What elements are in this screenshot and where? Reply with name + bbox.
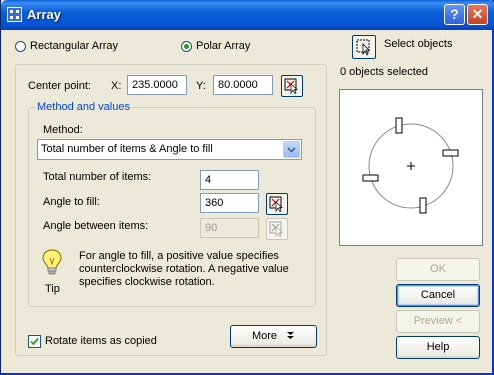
close-button[interactable]: ✕ (467, 4, 488, 25)
close-icon: ✕ (471, 6, 484, 22)
preview-button[interactable]: Preview < (396, 310, 480, 333)
polar-array-label[interactable]: Polar Array (196, 40, 250, 52)
chevron-down-icon (287, 147, 296, 153)
question-icon: ? (450, 6, 459, 22)
center-point-label: Center point: (28, 80, 91, 92)
center-x-label: X: (111, 80, 122, 92)
total-items-label: Total number of items: (43, 171, 152, 183)
method-dropdown[interactable]: Total number of items & Angle to fill (37, 139, 302, 160)
more-label: More (251, 330, 277, 342)
method-label: Method: (43, 124, 83, 136)
cancel-button[interactable]: Cancel (396, 284, 480, 307)
select-objects-label: Select objects (384, 38, 453, 50)
rotate-items-label[interactable]: Rotate items as copied (45, 335, 157, 347)
objects-selected-status: 0 objects selected (340, 66, 429, 78)
rectangular-array-radio[interactable] (15, 41, 26, 52)
tip-text-line2: counterclockwise rotation. A negative va… (79, 263, 289, 275)
window-title: Array (27, 7, 61, 22)
pick-angle-to-fill-button[interactable] (266, 193, 288, 215)
ok-button[interactable]: OK (396, 258, 480, 281)
array-app-icon (7, 7, 22, 22)
method-selected-value: Total number of items & Angle to fill (41, 143, 213, 155)
tip-text-line3: specifies clockwise rotation. (79, 276, 215, 288)
more-button[interactable]: More (230, 325, 317, 348)
lightbulb-icon (41, 248, 63, 278)
title-bar[interactable]: Array ? ✕ (1, 0, 494, 30)
select-objects-icon (356, 39, 370, 56)
array-dialog: Array ? ✕ Rectangular Array Polar Array … (0, 0, 494, 375)
angle-between-input: 90 (200, 218, 259, 238)
radio-selected-dot (184, 44, 189, 49)
dropdown-arrow[interactable] (283, 141, 300, 158)
pick-angle-between-button (266, 218, 288, 240)
center-y-label: Y: (196, 80, 206, 92)
double-chevron-down-icon (287, 332, 295, 339)
pick-angle-disabled-icon (269, 221, 283, 237)
polar-array-radio[interactable] (181, 41, 192, 52)
total-items-input[interactable]: 4 (200, 170, 259, 190)
pick-point-icon (284, 78, 298, 94)
angle-between-label: Angle between items: (43, 220, 149, 232)
rectangular-array-label[interactable]: Rectangular Array (30, 40, 118, 52)
checkmark-icon (30, 337, 39, 346)
array-preview (339, 89, 483, 246)
tip-label: Tip (45, 283, 60, 295)
pick-center-point-button[interactable] (281, 75, 303, 97)
angle-to-fill-label: Angle to fill: (43, 196, 100, 208)
help-button[interactable]: Help (396, 336, 480, 359)
center-x-input[interactable]: 235.0000 (127, 75, 187, 95)
tip-text-line1: For angle to fill, a positive value spec… (79, 250, 279, 262)
angle-to-fill-input[interactable]: 360 (200, 193, 259, 213)
select-objects-button[interactable] (352, 35, 376, 59)
help-title-button[interactable]: ? (444, 4, 465, 25)
center-y-input[interactable]: 80.0000 (213, 75, 273, 95)
method-group-title: Method and values (35, 101, 132, 113)
rotate-items-checkbox[interactable] (28, 335, 41, 348)
pick-angle-icon (269, 196, 283, 212)
